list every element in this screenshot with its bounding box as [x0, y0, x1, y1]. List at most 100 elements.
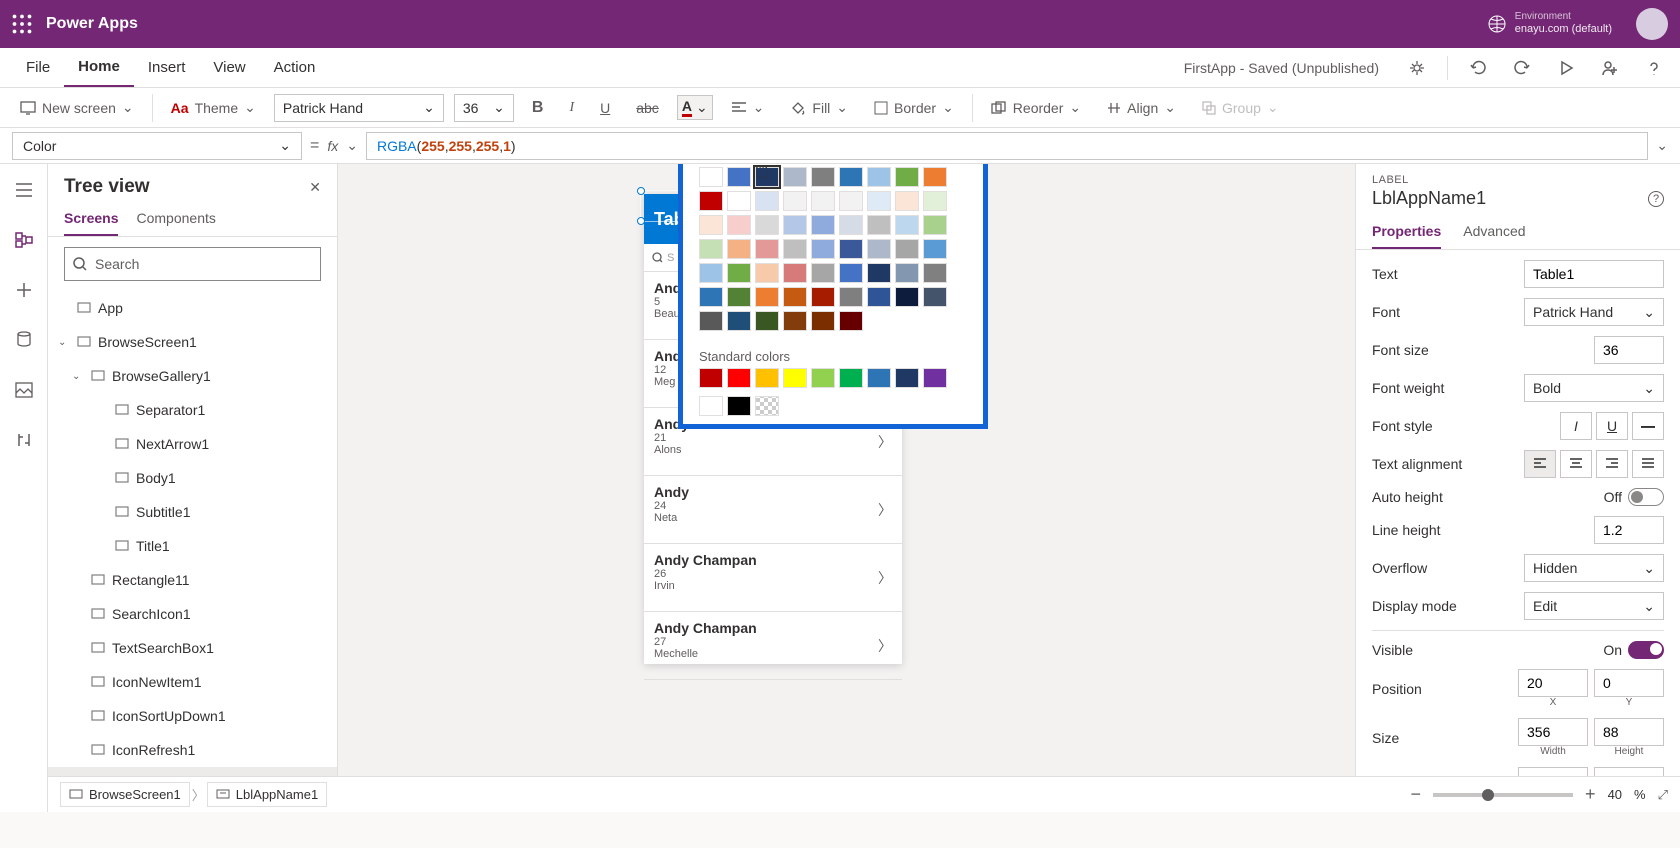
color-swatch[interactable] — [727, 311, 751, 331]
tree-node[interactable]: ⌄BrowseScreen1 — [48, 325, 337, 359]
color-swatch[interactable] — [839, 191, 863, 211]
environment-picker[interactable]: Environment enayu.com (default) — [1515, 11, 1612, 36]
breadcrumb-control[interactable]: LblAppName1 — [207, 782, 327, 807]
align-center[interactable] — [1560, 450, 1592, 478]
tab-properties[interactable]: Properties — [1372, 215, 1441, 249]
tree-search-input[interactable]: Search — [64, 247, 321, 281]
color-swatch[interactable] — [783, 239, 807, 259]
color-swatch[interactable] — [923, 287, 947, 307]
color-swatch[interactable] — [811, 167, 835, 187]
prop-size-input[interactable] — [1594, 336, 1664, 364]
chevron-right-icon[interactable]: 〉 — [878, 432, 892, 452]
strike-button[interactable]: abc — [628, 96, 667, 120]
color-swatch[interactable] — [699, 311, 723, 331]
tab-components[interactable]: Components — [136, 202, 215, 236]
visible-toggle[interactable] — [1628, 641, 1664, 659]
tree-node[interactable]: ⌄BrowseGallery1 — [48, 359, 337, 393]
color-swatch[interactable] — [783, 191, 807, 211]
text-align-button[interactable]: ⌄ — [723, 95, 773, 120]
color-swatch[interactable] — [895, 368, 919, 388]
color-swatch[interactable] — [867, 368, 891, 388]
menu-action[interactable]: Action — [260, 48, 330, 87]
tree-node[interactable]: TextSearchBox1 — [48, 631, 337, 665]
menu-insert[interactable]: Insert — [134, 48, 200, 87]
zoom-out-icon[interactable]: − — [1411, 784, 1422, 805]
redo-icon[interactable] — [1508, 54, 1536, 82]
play-icon[interactable] — [1552, 54, 1580, 82]
gallery-row[interactable]: Andy Champan27Mechelle〉 — [644, 612, 902, 680]
gallery-row[interactable]: Andy24Neta〉 — [644, 476, 902, 544]
bold-button[interactable]: B — [524, 95, 552, 121]
color-swatch[interactable] — [727, 215, 751, 235]
close-icon[interactable]: ✕ — [309, 179, 321, 196]
user-avatar[interactable] — [1636, 8, 1668, 40]
italic-toggle[interactable]: I — [1560, 412, 1592, 440]
pos-y-input[interactable] — [1594, 669, 1664, 697]
app-checker-icon[interactable] — [1403, 54, 1431, 82]
zoom-in-icon[interactable]: + — [1585, 784, 1596, 805]
tree-node[interactable]: Separator1 — [48, 393, 337, 427]
color-swatch[interactable] — [783, 215, 807, 235]
color-swatch[interactable] — [727, 239, 751, 259]
color-swatch[interactable] — [699, 167, 723, 187]
color-swatch[interactable] — [727, 263, 751, 283]
color-swatch[interactable] — [699, 368, 723, 388]
underline-button[interactable]: U — [592, 96, 618, 120]
share-icon[interactable] — [1596, 54, 1624, 82]
color-swatch[interactable] — [839, 368, 863, 388]
zoom-slider[interactable] — [1433, 793, 1573, 797]
color-swatch[interactable] — [923, 368, 947, 388]
breadcrumb-screen[interactable]: BrowseScreen1 — [60, 782, 190, 807]
align-button[interactable]: Align⌄ — [1099, 95, 1184, 120]
color-swatch[interactable] — [755, 239, 779, 259]
color-swatch[interactable] — [755, 311, 779, 331]
color-swatch[interactable] — [895, 167, 919, 187]
data-icon[interactable] — [8, 324, 40, 356]
color-swatch[interactable] — [839, 311, 863, 331]
border-button[interactable]: Border⌄ — [866, 95, 962, 120]
hamburger-icon[interactable] — [8, 174, 40, 206]
tree-node[interactable]: Title1 — [48, 529, 337, 563]
color-swatch[interactable] — [867, 287, 891, 307]
tree-node[interactable]: IconNewItem1 — [48, 665, 337, 699]
color-swatch[interactable] — [727, 287, 751, 307]
tree-node[interactable]: SearchIcon1 — [48, 597, 337, 631]
color-swatch[interactable] — [839, 215, 863, 235]
tree-node[interactable]: Body1 — [48, 461, 337, 495]
color-swatch[interactable] — [867, 215, 891, 235]
color-swatch[interactable] — [867, 239, 891, 259]
tree-node[interactable]: App — [48, 291, 337, 325]
tree-node[interactable]: NextArrow1 — [48, 427, 337, 461]
color-swatch[interactable] — [783, 167, 807, 187]
color-swatch[interactable] — [727, 396, 751, 416]
align-left[interactable] — [1524, 450, 1556, 478]
color-swatch[interactable] — [699, 191, 723, 211]
color-swatch[interactable] — [755, 287, 779, 307]
font-color-button[interactable]: A ⌄ — [677, 95, 713, 120]
color-swatch[interactable] — [755, 167, 779, 187]
tree-node[interactable]: Subtitle1 — [48, 495, 337, 529]
prop-font-select[interactable]: Patrick Hand⌄ — [1524, 298, 1664, 326]
tab-advanced[interactable]: Advanced — [1463, 215, 1525, 249]
chevron-right-icon[interactable]: 〉 — [878, 636, 892, 656]
tree-node[interactable]: IconSortUpDown1 — [48, 699, 337, 733]
color-swatch[interactable] — [867, 167, 891, 187]
underline-toggle[interactable]: U — [1596, 412, 1628, 440]
pos-x-input[interactable] — [1518, 669, 1588, 697]
color-swatch[interactable] — [699, 215, 723, 235]
color-swatch[interactable] — [895, 287, 919, 307]
prop-weight-select[interactable]: Bold⌄ — [1524, 374, 1664, 402]
italic-button[interactable]: I — [561, 96, 582, 120]
color-swatch[interactable] — [783, 287, 807, 307]
property-select[interactable]: Color ⌄ — [12, 132, 302, 160]
color-swatch[interactable] — [811, 239, 835, 259]
fill-button[interactable]: Fill⌄ — [782, 95, 856, 120]
color-swatch[interactable] — [755, 396, 779, 416]
color-swatch[interactable] — [755, 191, 779, 211]
color-swatch[interactable] — [699, 287, 723, 307]
reorder-button[interactable]: Reorder⌄ — [983, 95, 1089, 120]
color-swatch[interactable] — [811, 311, 835, 331]
new-screen-button[interactable]: New screen ⌄ — [12, 95, 142, 120]
color-swatch[interactable] — [727, 191, 751, 211]
color-swatch[interactable] — [699, 396, 723, 416]
